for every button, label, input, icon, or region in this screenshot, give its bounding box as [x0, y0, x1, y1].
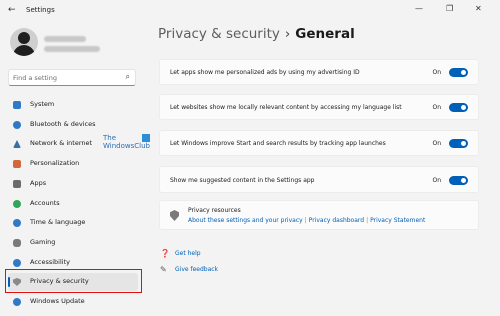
- suggested-content-toggle[interactable]: [449, 176, 468, 185]
- app-launches-toggle[interactable]: [449, 139, 468, 148]
- give-feedback-label: Give feedback: [175, 266, 219, 273]
- highlight-box: [5, 269, 142, 293]
- page-title: Privacy & security › General: [158, 26, 355, 42]
- sidebar-item-accounts[interactable]: Accounts: [8, 195, 138, 213]
- personalization-icon: [13, 160, 21, 168]
- search-box[interactable]: ⌕: [8, 69, 136, 86]
- shield-icon: [170, 210, 179, 221]
- minimize-button[interactable]: —: [415, 4, 423, 14]
- account-email-redacted: [44, 46, 100, 52]
- advertising-id-toggle[interactable]: [449, 68, 468, 77]
- sidebar-item-system[interactable]: System: [8, 96, 138, 114]
- gaming-icon: [13, 239, 21, 247]
- account-name-redacted: [44, 36, 86, 42]
- setting-state: On: [432, 69, 441, 76]
- sidebar-item-label: Network & internet: [30, 139, 93, 147]
- sidebar-item-label: Accounts: [30, 199, 60, 207]
- bluetooth-icon: [13, 121, 21, 129]
- sidebar-item-label: Personalization: [30, 159, 80, 167]
- accessibility-icon: [13, 259, 21, 267]
- watermark-logo-icon: [142, 134, 150, 142]
- setting-label: Let websites show me locally relevant co…: [170, 104, 402, 111]
- avatar[interactable]: [10, 28, 38, 56]
- sidebar-item-label: Windows Update: [30, 297, 85, 305]
- title-bar: ← Settings — ❐ ✕: [0, 0, 500, 22]
- about-settings-privacy-link[interactable]: About these settings and your privacy: [188, 217, 303, 224]
- apps-icon: [13, 180, 21, 188]
- breadcrumb-separator-icon: ›: [284, 26, 291, 42]
- get-help-label: Get help: [175, 250, 201, 257]
- maximize-button[interactable]: ❐: [446, 4, 453, 14]
- network-icon: [13, 140, 21, 148]
- setting-label: Let Windows improve Start and search res…: [170, 140, 386, 147]
- setting-card-language-list: Let websites show me locally relevant co…: [159, 94, 479, 120]
- close-button[interactable]: ✕: [475, 4, 482, 14]
- privacy-resources-links: About these settings and your privacy | Pr…: [188, 217, 425, 224]
- sidebar-item-label: System: [30, 100, 55, 108]
- sidebar-item-personalization[interactable]: Personalization: [8, 155, 138, 173]
- time-language-icon: [13, 219, 21, 227]
- search-input[interactable]: [13, 71, 118, 84]
- setting-card-suggested-content: Show me suggested content in the Setting…: [159, 166, 479, 193]
- help-icon: ❓: [160, 249, 170, 258]
- watermark-line-2: WindowsClub: [103, 142, 150, 150]
- sidebar-item-time-language[interactable]: Time & language: [8, 214, 138, 232]
- search-icon[interactable]: ⌕: [126, 72, 130, 82]
- sidebar-item-label: Accessibility: [30, 258, 70, 266]
- setting-card-advertising-id: Let apps show me personalized ads by usi…: [159, 59, 479, 85]
- privacy-resources-card: Privacy resources About these settings a…: [159, 200, 479, 230]
- setting-label: Let apps show me personalized ads by usi…: [170, 69, 360, 76]
- link-separator: |: [366, 217, 369, 224]
- sidebar-item-label: Gaming: [30, 238, 56, 246]
- setting-card-app-launches: Let Windows improve Start and search res…: [159, 130, 479, 156]
- privacy-statement-link[interactable]: Privacy Statement: [370, 217, 425, 224]
- system-icon: [13, 101, 21, 109]
- sidebar-item-windows-update[interactable]: Windows Update: [8, 293, 138, 311]
- sidebar-item-gaming[interactable]: Gaming: [8, 234, 138, 252]
- privacy-resources-title: Privacy resources: [188, 207, 241, 214]
- sidebar-item-label: Time & language: [30, 218, 86, 226]
- sidebar-item-label: Apps: [30, 179, 47, 187]
- setting-label: Show me suggested content in the Setting…: [170, 177, 315, 184]
- sidebar-item-apps[interactable]: Apps: [8, 175, 138, 193]
- link-separator: |: [304, 217, 307, 224]
- accounts-icon: [13, 200, 21, 208]
- language-list-toggle[interactable]: [449, 103, 468, 112]
- privacy-dashboard-link[interactable]: Privacy dashboard: [309, 217, 364, 224]
- setting-state: On: [432, 140, 441, 147]
- setting-state: On: [432, 104, 441, 111]
- back-arrow-icon[interactable]: ←: [8, 5, 16, 15]
- sidebar-item-bluetooth[interactable]: Bluetooth & devices: [8, 116, 138, 134]
- sidebar-item-label: Bluetooth & devices: [30, 120, 96, 128]
- setting-state: On: [432, 177, 441, 184]
- breadcrumb-current: General: [295, 26, 355, 42]
- app-title: Settings: [26, 6, 55, 14]
- feedback-icon: ✎: [160, 265, 167, 274]
- windows-update-icon: [13, 298, 21, 306]
- breadcrumb-parent[interactable]: Privacy & security: [158, 26, 280, 42]
